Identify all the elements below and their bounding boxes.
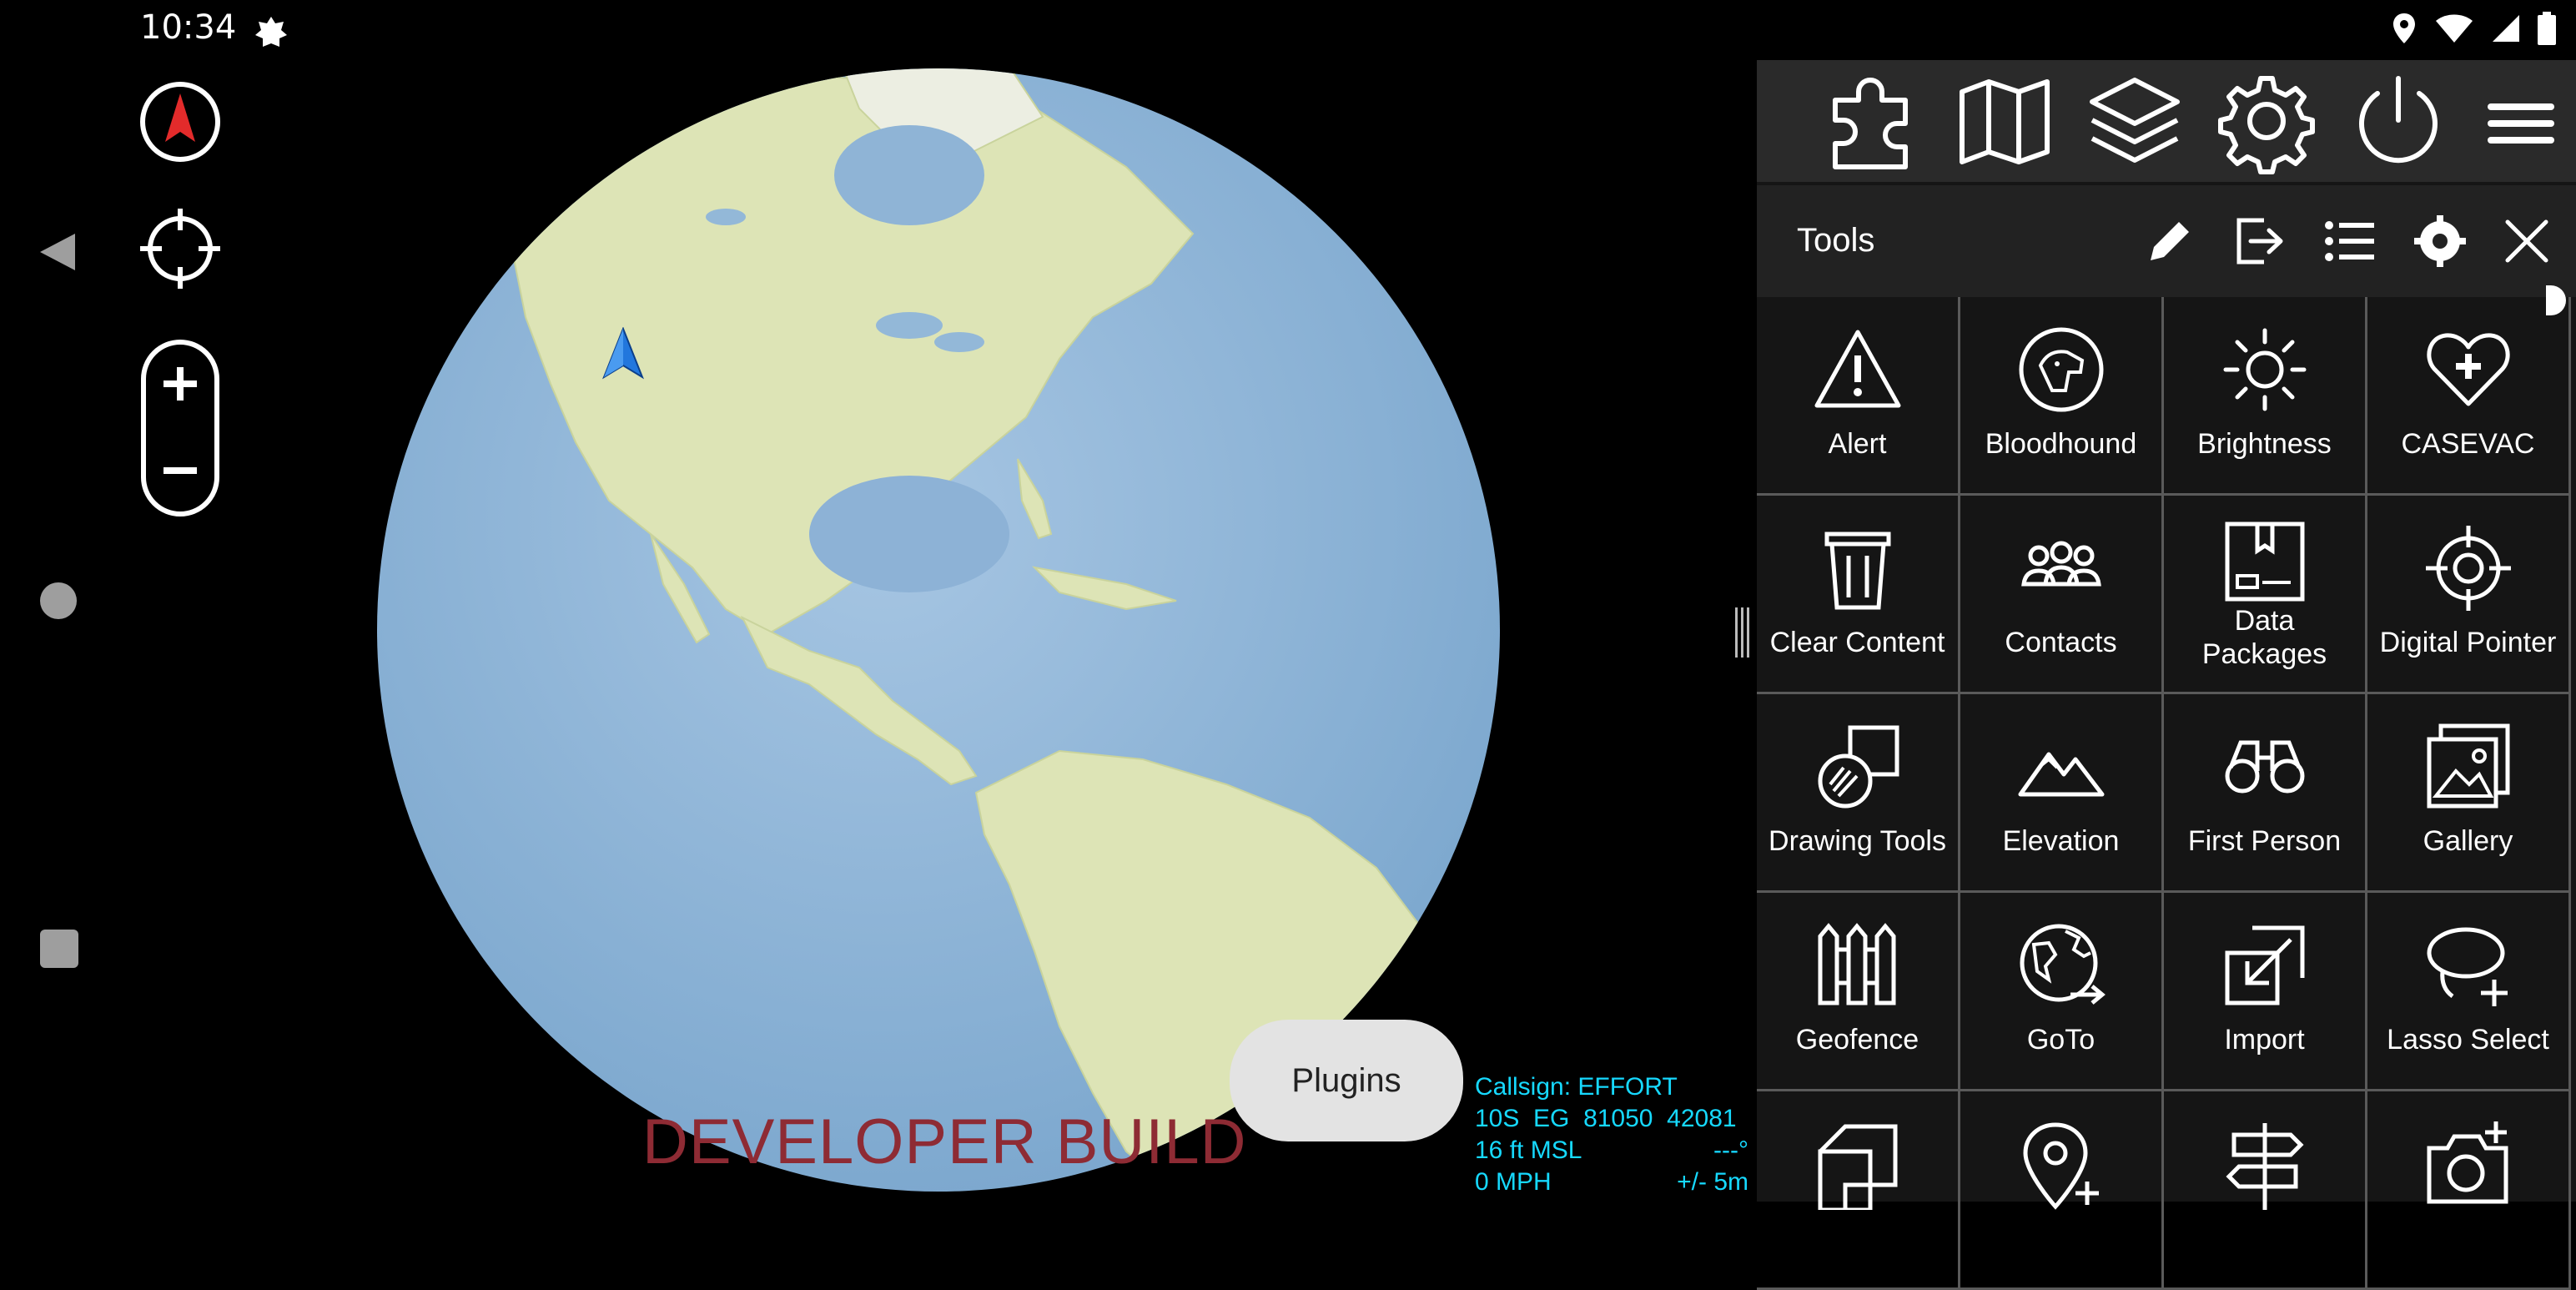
tool-label: Gallery [2423, 825, 2513, 857]
menu-icon[interactable] [2476, 67, 2568, 175]
bloodhound-icon [2019, 327, 2103, 412]
tool-label: Import [2224, 1024, 2305, 1056]
zoom-control [140, 339, 220, 517]
gear-icon[interactable] [2412, 214, 2468, 269]
tool-label: First Person [2187, 825, 2342, 857]
casevac-icon [2426, 333, 2510, 406]
contacts-icon [2020, 541, 2101, 587]
self-location-marker[interactable] [602, 327, 644, 380]
plugins-toast: Plugins [1230, 1020, 1463, 1141]
map-icon[interactable] [1950, 67, 2059, 175]
tool-label: CASEVAC [2401, 428, 2535, 460]
tool-goto[interactable]: GoTo [1960, 893, 2164, 1091]
panel-drag-handle[interactable] [1733, 607, 1750, 658]
puzzle-icon[interactable] [1819, 67, 1927, 175]
tool-gallery[interactable]: Gallery [2367, 694, 2571, 893]
tool-drawing-tools[interactable]: Drawing Tools [1757, 694, 1960, 893]
tool-first-person[interactable]: First Person [2164, 694, 2367, 893]
mountains-icon [2018, 752, 2104, 797]
lasso-icon [2427, 927, 2508, 1006]
signpost-icon [2225, 1123, 2304, 1210]
zoom-in-button[interactable] [152, 350, 209, 417]
recents-icon[interactable] [40, 930, 78, 968]
brightness-icon [2223, 328, 2306, 411]
globe-arrow-icon [2020, 924, 2106, 1005]
export-icon[interactable] [2231, 214, 2291, 269]
alert-icon [1814, 330, 1900, 408]
tool-label-line2: Packages [2201, 638, 2327, 670]
altitude-readout: 16 ft MSL [1475, 1136, 1582, 1164]
tool-label: Clear Content [1769, 627, 1945, 658]
import-icon [2225, 925, 2304, 1005]
status-time: 10:34 [140, 8, 237, 47]
map-pin-plus-icon [2022, 1122, 2099, 1210]
tool-data-packages[interactable]: Data Packages [2164, 496, 2367, 694]
tool-import[interactable]: Import [2164, 893, 2367, 1091]
tool-route[interactable] [2164, 1091, 2367, 1290]
speed-readout: 0 MPH [1475, 1168, 1552, 1196]
compass-button[interactable] [138, 80, 222, 164]
callsign-info[interactable]: Callsign: EFFORT 10S EG 81050 42081 16 f… [1475, 1071, 1748, 1198]
tools-header: Tools [1757, 185, 2576, 297]
tool-label: Contacts [2005, 627, 2117, 658]
tools-title: Tools [1797, 222, 1875, 259]
tool-casevac[interactable]: CASEVAC [2367, 297, 2571, 496]
tool-elevation[interactable]: Elevation [1960, 694, 2164, 893]
tool-camera[interactable] [2367, 1091, 2571, 1290]
tool-label: Digital Pointer [2379, 627, 2557, 658]
list-icon[interactable] [2321, 214, 2379, 269]
tool-label: Elevation [2002, 825, 2120, 857]
tool-shapes[interactable] [1757, 1091, 1960, 1290]
zoom-out-button[interactable] [152, 437, 209, 504]
power-icon[interactable] [2344, 67, 2453, 175]
close-icon[interactable] [2499, 214, 2554, 269]
tools-grid: Alert Bloodhound Brightness CASEVAC Clea… [1757, 297, 2576, 1290]
layers-icon[interactable] [2080, 67, 2189, 175]
tool-label: Data Packages [2202, 604, 2327, 671]
fence-icon [1818, 923, 1895, 1005]
gallery-icon [2427, 723, 2509, 809]
tool-label: Bloodhound [1985, 428, 2137, 460]
tool-bloodhound[interactable]: Bloodhound [1960, 297, 2164, 496]
locate-me-button[interactable] [138, 207, 222, 290]
accuracy-readout: +/- 5m [1677, 1168, 1748, 1196]
tool-label: Alert [1828, 428, 1887, 460]
tool-label: Brightness [2197, 428, 2332, 460]
tools-panel: Tools Alert Bloodhound Brightness CASEVA… [1757, 60, 2576, 1290]
tool-label: Lasso Select [2387, 1024, 2549, 1056]
tool-clear-content[interactable]: Clear Content [1757, 496, 1960, 694]
pencil-icon[interactable] [2142, 214, 2197, 269]
data-packages-icon [2225, 522, 2304, 602]
tool-lasso-select[interactable]: Lasso Select [2367, 893, 2571, 1091]
tool-digital-pointer[interactable]: Digital Pointer [2367, 496, 2571, 694]
tool-label: GoTo [2026, 1024, 2096, 1056]
back-icon[interactable] [37, 230, 78, 274]
settings-status-icon [254, 15, 289, 50]
developer-build-watermark: DEVELOPER BUILD [642, 1106, 1247, 1177]
binoculars-icon [2225, 740, 2304, 794]
shapes-icon [1818, 1124, 1897, 1210]
callsign-label: Callsign: EFFORT [1475, 1073, 1678, 1101]
tool-brightness[interactable]: Brightness [2164, 297, 2367, 496]
tool-label: Drawing Tools [1768, 825, 1946, 857]
grid-coordinate: 10S EG 81050 42081 [1475, 1105, 1737, 1132]
battery-status-icon [2538, 12, 2556, 45]
heading-readout: ---° [1713, 1136, 1748, 1164]
panel-toolbar [1757, 60, 2576, 182]
home-icon[interactable] [38, 581, 78, 621]
location-status-icon [2391, 12, 2418, 45]
signal-status-icon [2491, 13, 2521, 43]
gear-icon[interactable] [2212, 67, 2321, 175]
tool-add-point[interactable] [1960, 1091, 2164, 1290]
trash-icon [1824, 532, 1890, 610]
tool-contacts[interactable]: Contacts [1960, 496, 2164, 694]
drawing-tools-icon [1818, 725, 1899, 809]
camera-plus-icon [2427, 1121, 2508, 1204]
wifi-status-icon [2434, 13, 2474, 44]
tool-alert[interactable]: Alert [1757, 297, 1960, 496]
tool-label: Geofence [1795, 1024, 1919, 1056]
tool-geofence[interactable]: Geofence [1757, 893, 1960, 1091]
tool-label-line1: Data [2234, 605, 2295, 637]
crosshair-icon [2425, 526, 2511, 611]
